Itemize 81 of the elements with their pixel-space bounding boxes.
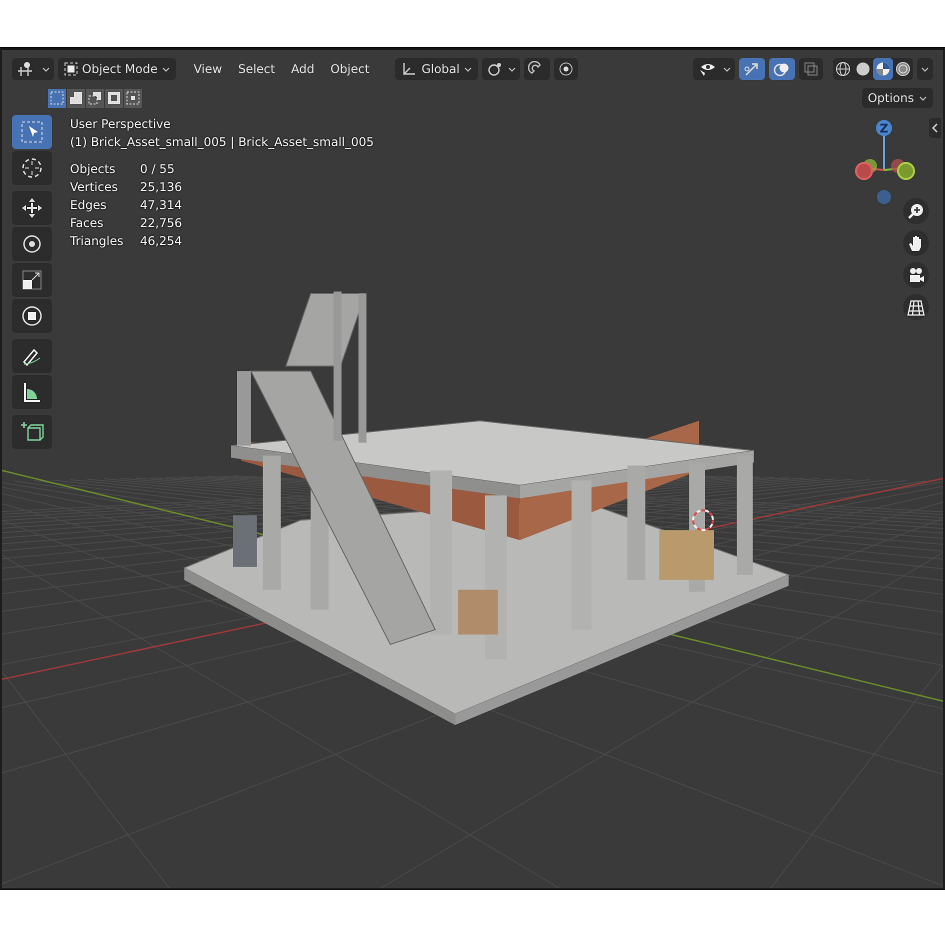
stat-value: 22,756 (140, 215, 183, 231)
transform-tool-button[interactable] (12, 299, 52, 333)
solid-sphere-icon (855, 61, 871, 77)
zoom-icon (907, 202, 925, 220)
move-tool-button[interactable] (12, 191, 52, 225)
annotate-tool-button[interactable] (12, 339, 52, 373)
add-cube-tool-button[interactable] (12, 415, 52, 449)
measure-tool-button[interactable] (12, 375, 52, 409)
xray-toggle[interactable] (799, 58, 823, 80)
overlay-icon (773, 61, 791, 77)
extend-selection-icon (69, 91, 83, 105)
menu-item[interactable]: Add (285, 62, 320, 76)
menu-item[interactable]: Select (232, 62, 282, 76)
camera-view-button[interactable] (903, 262, 929, 288)
editor-type-button[interactable] (12, 58, 54, 80)
intersect-selection-icon (126, 91, 140, 105)
invert-selection-icon (107, 91, 121, 105)
grid-icon (907, 298, 925, 316)
selection-mode-button[interactable] (67, 88, 85, 108)
visibility-button[interactable] (693, 58, 735, 80)
gizmo-toggle[interactable] (739, 58, 765, 80)
stat-value: 47,314 (140, 197, 183, 213)
chevron-icon (162, 66, 170, 72)
stat-label: Triangles (70, 233, 124, 249)
stat-value: 0 / 55 (140, 161, 176, 177)
chevron-icon (921, 66, 929, 72)
3d-cursor-icon (692, 509, 714, 532)
view-name-label: User Perspective (70, 116, 172, 133)
chevron-left-icon (931, 122, 939, 134)
stat-label: Vertices (70, 179, 119, 195)
menu-item[interactable]: View (188, 62, 228, 76)
rotate-tool-button[interactable] (12, 227, 52, 261)
chevron-icon (42, 66, 50, 72)
orientation-dropdown[interactable]: Global (395, 58, 478, 80)
cursor-tool-button[interactable] (12, 151, 52, 185)
stat-value: 46,254 (140, 233, 183, 249)
xray-icon (803, 61, 819, 77)
menu-item[interactable]: Object (324, 62, 376, 76)
stat-label: Faces (70, 215, 104, 231)
proportional-edit-toggle[interactable] (554, 58, 578, 80)
mode-dropdown[interactable]: Object Mode (58, 58, 176, 80)
stat-value: 25,136 (140, 179, 183, 195)
camera-icon (907, 266, 925, 284)
move-arrows-icon (20, 196, 44, 220)
snap-toggle[interactable] (524, 58, 550, 80)
select-tool-button[interactable] (12, 115, 52, 149)
stat-label: Objects (70, 161, 116, 177)
projection-button[interactable] (903, 294, 929, 320)
stat-label: Edges (70, 197, 108, 213)
select-box-icon (20, 120, 44, 144)
options-dropdown[interactable]: Options (862, 88, 933, 108)
chevron-icon (919, 96, 927, 100)
transform-icon (20, 304, 44, 328)
rendered-sphere-icon (895, 61, 911, 77)
pivot-point-button[interactable] (482, 58, 520, 80)
selection-mode-button[interactable] (105, 88, 123, 108)
sidebar-toggle-button[interactable] (929, 118, 941, 138)
chevron-icon (464, 66, 472, 72)
proportional-edit-icon (558, 61, 574, 77)
object-mode-icon (64, 62, 78, 76)
wireframe-sphere-icon (835, 61, 851, 77)
axes-icon (401, 61, 418, 77)
scale-icon (20, 268, 44, 292)
zoom-button[interactable] (903, 198, 929, 224)
shading-mode-button[interactable] (873, 58, 893, 80)
overlay-toggle[interactable] (769, 58, 795, 80)
dashed-square-icon (50, 91, 64, 105)
cursor-icon (20, 156, 44, 180)
shading-options-button[interactable] (917, 58, 933, 80)
selection-mode-button[interactable] (48, 88, 66, 108)
pan-button[interactable] (903, 230, 929, 256)
scale-tool-button[interactable] (12, 263, 52, 297)
pivot-point-icon (486, 61, 504, 77)
chevron-icon (508, 66, 516, 72)
subtract-selection-icon (88, 91, 102, 105)
material-sphere-icon (875, 61, 891, 77)
selection-mode-button[interactable] (86, 88, 104, 108)
chevron-icon (723, 66, 731, 72)
selection-mode-button[interactable] (124, 88, 142, 108)
gizmo-icon (743, 61, 761, 77)
active-object-label: (1) Brick_Asset_small_005 | Brick_Asset_small_005 (70, 134, 374, 151)
